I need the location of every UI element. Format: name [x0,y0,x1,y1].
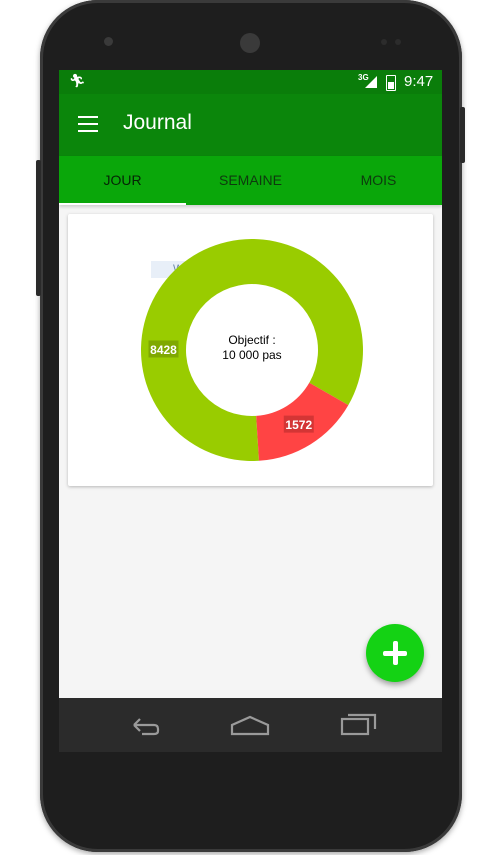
running-activity-icon: 🏃︎ [69,73,86,88]
hamburger-menu-icon[interactable] [78,116,98,133]
tab-semaine[interactable]: SEMAINE [186,156,315,205]
app-bar: Journal [59,94,442,156]
power-button [36,160,41,296]
home-icon[interactable] [225,707,275,743]
donut-chart: Objectif : 10 000 pas 8428 1572 [141,238,364,461]
add-button[interactable] [366,624,424,682]
screen: 🏃︎ 3G 9:47 Journal JOUR SEMAINE MOIS Win… [59,70,442,750]
tab-mois[interactable]: MOIS [315,156,442,205]
light-sensor [395,39,401,45]
chart-card: Window Snip Objectif : 10 000 pas 842815… [68,214,433,486]
proximity-sensor [381,39,387,45]
status-bar: 🏃︎ 3G 9:47 [59,70,442,94]
slice-value-label: 8428 [150,343,177,357]
volume-button [460,107,465,163]
earpiece-speaker [240,33,260,53]
recent-apps-icon[interactable] [333,707,383,743]
tab-jour-label: JOUR [103,172,142,188]
page-title: Journal [123,111,192,134]
tab-mois-label: MOIS [360,172,397,188]
status-time: 9:47 [404,73,434,90]
navigation-bar [59,698,442,752]
tab-semaine-label: SEMAINE [218,172,282,188]
slice-value-label: 1572 [285,418,312,432]
center-label-line2: 10 000 pas [222,348,281,362]
signal-icon [365,76,377,88]
tab-jour[interactable]: JOUR [59,156,186,205]
tab-bar: JOUR SEMAINE MOIS [59,156,442,205]
back-arrow-icon[interactable] [120,707,170,743]
front-camera [104,37,113,46]
center-label-line1: Objectif : [228,333,275,347]
plus-icon-vertical [392,641,398,665]
tab-indicator [59,203,186,205]
battery-icon [386,75,396,91]
